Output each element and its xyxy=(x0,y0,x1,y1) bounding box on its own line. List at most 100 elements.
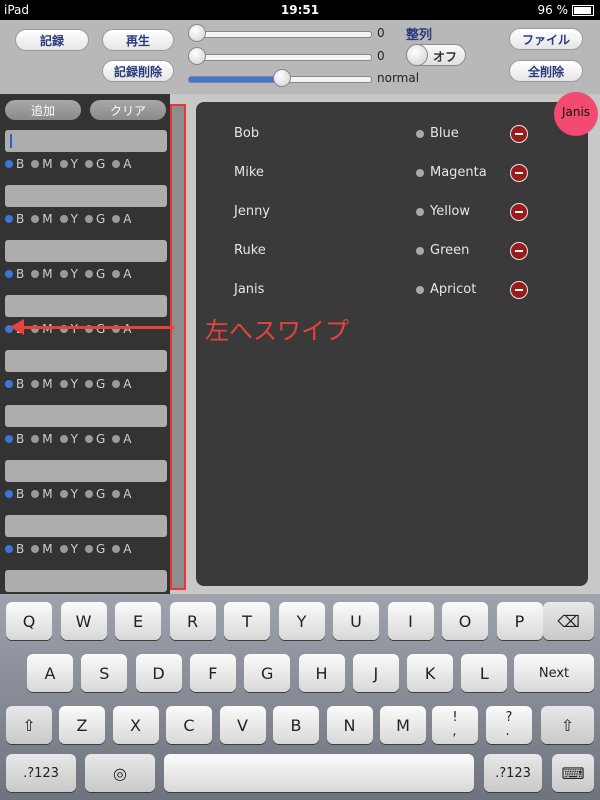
radio-dot[interactable] xyxy=(59,380,68,388)
play-button[interactable]: 再生 xyxy=(102,29,174,51)
delete-icon[interactable] xyxy=(510,203,528,221)
numbers-key-right[interactable]: .?123 xyxy=(484,754,542,792)
key-b[interactable]: B xyxy=(273,706,319,744)
name-input[interactable] xyxy=(5,515,167,537)
color-radio-group[interactable]: BMYGA xyxy=(5,376,138,392)
globe-icon[interactable]: ◎ xyxy=(85,754,155,792)
key-h[interactable]: H xyxy=(298,654,345,692)
key-l[interactable]: L xyxy=(461,654,508,692)
delete-all-button[interactable]: 全削除 xyxy=(509,60,583,82)
next-button[interactable]: Next xyxy=(514,654,594,692)
slider-1[interactable] xyxy=(188,22,372,44)
radio-dot[interactable] xyxy=(5,490,13,498)
radio-dot[interactable] xyxy=(112,545,121,553)
name-input[interactable] xyxy=(5,405,167,427)
radio-dot[interactable] xyxy=(59,160,68,168)
radio-dot[interactable] xyxy=(31,215,40,223)
hide-keyboard-icon[interactable]: ⌨ xyxy=(552,754,594,792)
delete-icon[interactable] xyxy=(510,281,528,299)
name-input[interactable] xyxy=(5,460,167,482)
key-k[interactable]: K xyxy=(407,654,454,692)
add-button[interactable]: 追加 xyxy=(5,100,81,120)
radio-dot[interactable] xyxy=(112,380,121,388)
key-z[interactable]: Z xyxy=(59,706,105,744)
radio-dot[interactable] xyxy=(31,545,40,553)
key-x[interactable]: X xyxy=(112,706,159,744)
name-input[interactable] xyxy=(5,240,167,262)
radio-dot[interactable] xyxy=(5,270,13,278)
radio-dot[interactable] xyxy=(31,490,40,498)
color-radio-group[interactable]: BMYGA xyxy=(5,541,138,557)
name-input[interactable] xyxy=(5,350,167,372)
speed-slider[interactable] xyxy=(188,67,372,89)
color-radio-group[interactable]: BMYGA xyxy=(5,156,138,172)
delete-icon[interactable] xyxy=(510,164,528,182)
radio-dot[interactable] xyxy=(31,160,40,168)
radio-dot[interactable] xyxy=(5,380,13,388)
file-button[interactable]: ファイル xyxy=(509,28,583,50)
name-input[interactable] xyxy=(5,570,167,592)
radio-dot[interactable] xyxy=(112,490,121,498)
clear-button[interactable]: クリア xyxy=(90,100,166,120)
key-exclaim-comma[interactable]: ! , xyxy=(432,706,478,744)
name-bubble[interactable]: Janis xyxy=(554,92,598,136)
numbers-key[interactable]: .?123 xyxy=(6,754,76,792)
delete-record-button[interactable]: 記録削除 xyxy=(102,60,174,82)
key-j[interactable]: J xyxy=(352,654,399,692)
radio-dot[interactable] xyxy=(112,270,121,278)
radio-dot[interactable] xyxy=(59,435,68,443)
key-r[interactable]: R xyxy=(169,602,216,640)
shift-icon[interactable]: ⇧ xyxy=(6,706,52,744)
name-input[interactable] xyxy=(5,295,167,317)
key-v[interactable]: V xyxy=(219,706,266,744)
key-y[interactable]: Y xyxy=(278,602,325,640)
radio-dot[interactable] xyxy=(84,435,93,443)
key-a[interactable]: A xyxy=(27,654,73,692)
radio-dot[interactable] xyxy=(59,490,68,498)
backspace-icon[interactable]: ⌫ xyxy=(543,602,594,640)
key-f[interactable]: F xyxy=(189,654,236,692)
radio-dot[interactable] xyxy=(84,380,93,388)
radio-dot[interactable] xyxy=(59,215,68,223)
shift-right-icon[interactable]: ⇧ xyxy=(541,706,594,744)
swipe-area[interactable] xyxy=(170,104,186,590)
radio-dot[interactable] xyxy=(59,270,68,278)
record-button[interactable]: 記録 xyxy=(15,29,89,51)
radio-dot[interactable] xyxy=(112,435,121,443)
key-g[interactable]: G xyxy=(244,654,291,692)
key-m[interactable]: M xyxy=(380,706,426,744)
delete-icon[interactable] xyxy=(510,242,528,260)
key-d[interactable]: D xyxy=(135,654,182,692)
color-radio-group[interactable]: BMYGA xyxy=(5,211,138,227)
radio-dot[interactable] xyxy=(84,270,93,278)
name-input[interactable] xyxy=(5,130,167,152)
radio-dot[interactable] xyxy=(112,215,121,223)
key-w[interactable]: W xyxy=(60,602,107,640)
key-t[interactable]: T xyxy=(224,602,270,640)
space-bar[interactable] xyxy=(164,754,474,792)
radio-dot[interactable] xyxy=(59,545,68,553)
key-o[interactable]: O xyxy=(442,602,488,640)
radio-dot[interactable] xyxy=(5,160,13,168)
radio-dot[interactable] xyxy=(84,215,93,223)
radio-dot[interactable] xyxy=(84,490,93,498)
key-n[interactable]: N xyxy=(326,706,373,744)
radio-dot[interactable] xyxy=(31,435,40,443)
key-i[interactable]: I xyxy=(387,602,434,640)
color-radio-group[interactable]: BMYGA xyxy=(5,266,138,282)
radio-dot[interactable] xyxy=(31,380,40,388)
radio-dot[interactable] xyxy=(5,545,13,553)
key-u[interactable]: U xyxy=(333,602,379,640)
sort-toggle[interactable]: オフ xyxy=(406,44,466,66)
radio-dot[interactable] xyxy=(5,215,13,223)
key-question-period[interactable]: ? . xyxy=(486,706,532,744)
radio-dot[interactable] xyxy=(112,160,121,168)
key-c[interactable]: C xyxy=(166,706,212,744)
delete-icon[interactable] xyxy=(510,125,528,143)
key-e[interactable]: E xyxy=(115,602,161,640)
name-input[interactable] xyxy=(5,185,167,207)
radio-dot[interactable] xyxy=(84,545,93,553)
radio-dot[interactable] xyxy=(31,270,40,278)
color-radio-group[interactable]: BMYGA xyxy=(5,431,138,447)
radio-dot[interactable] xyxy=(84,160,93,168)
